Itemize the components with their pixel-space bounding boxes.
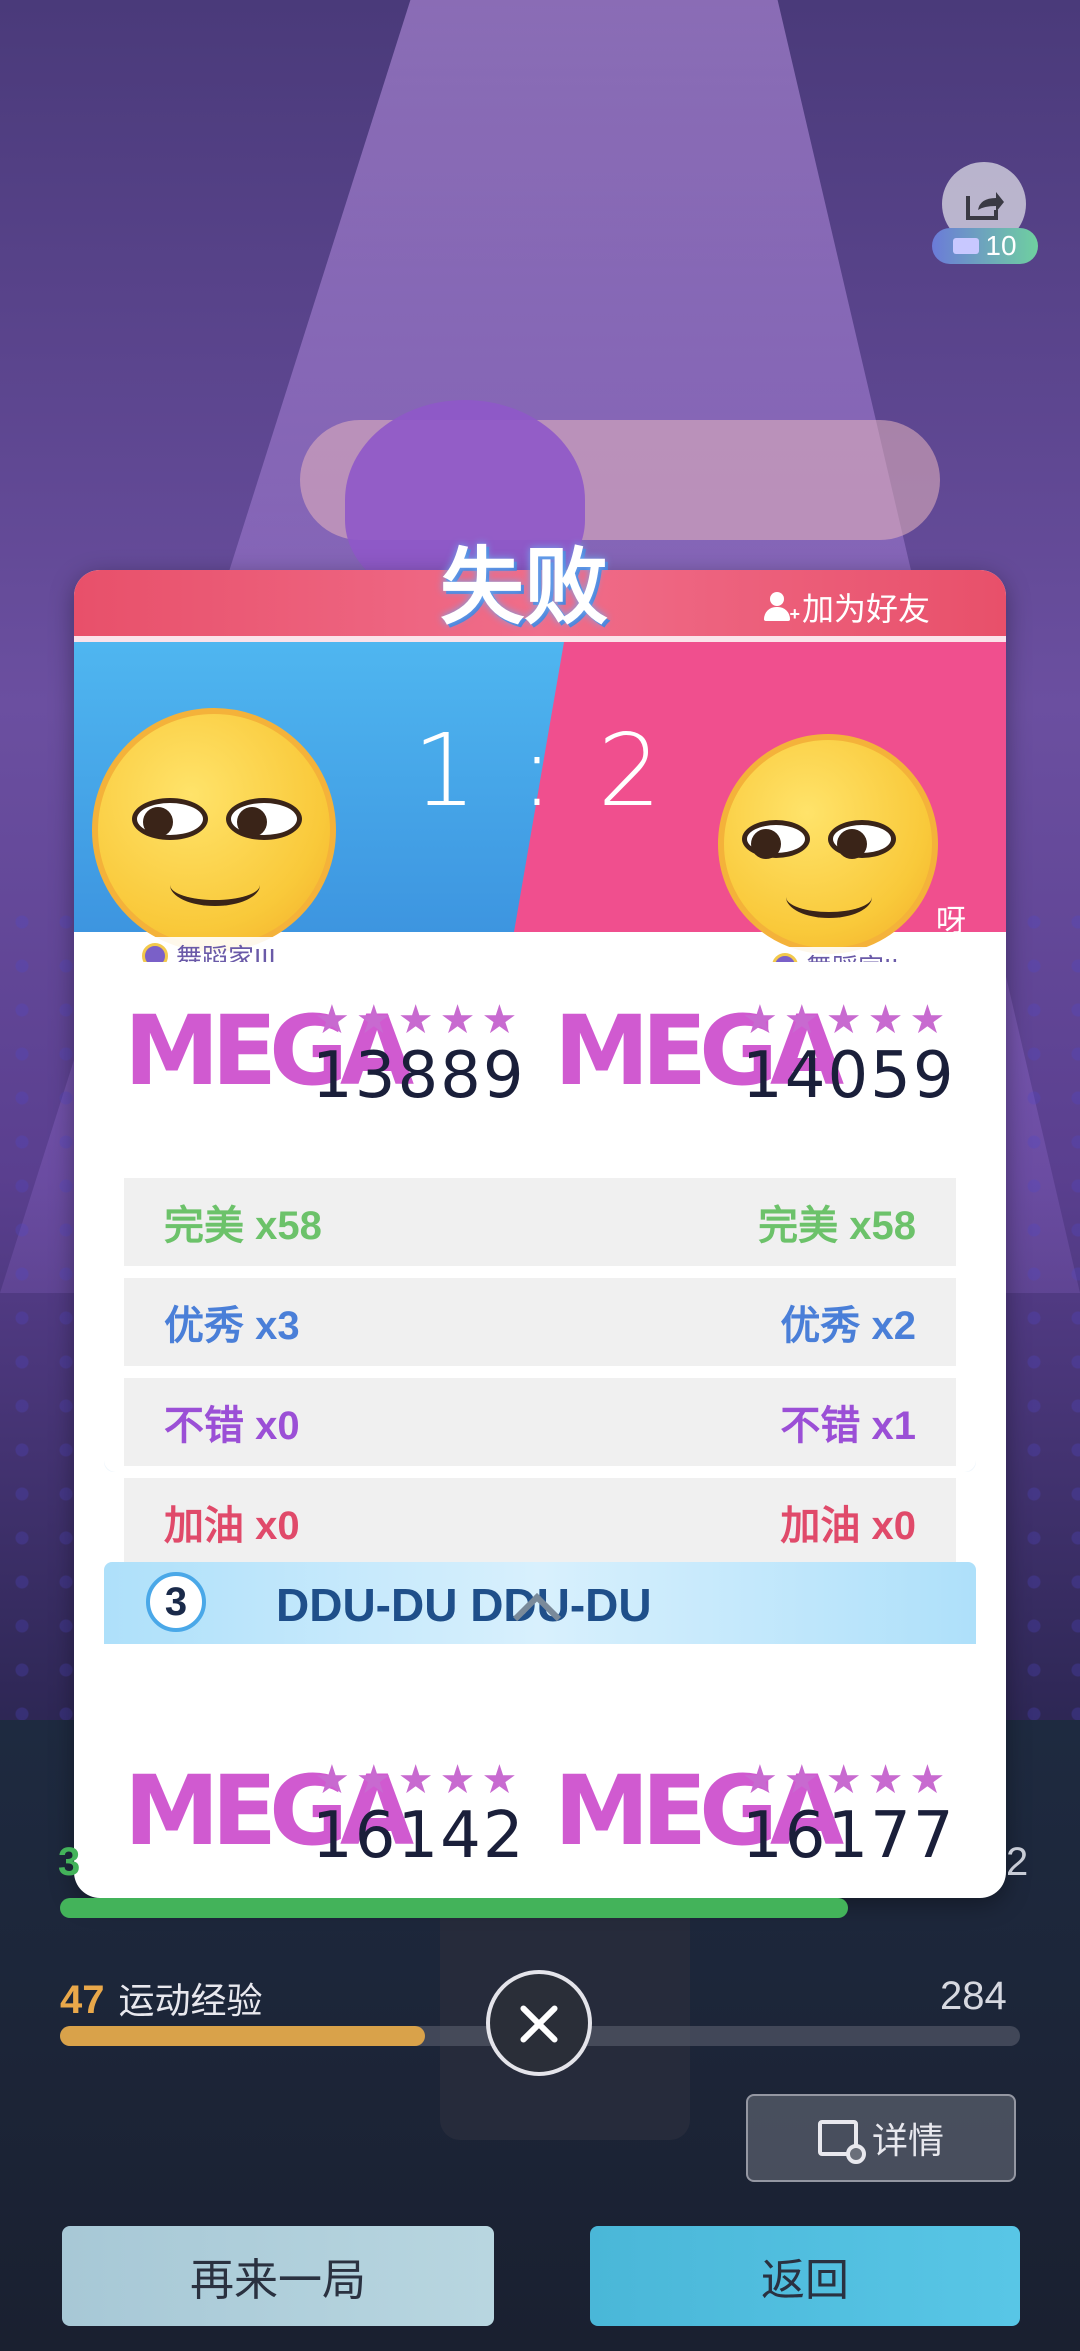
judgement-row-cheer: 加油 x0 加油 x0: [124, 1478, 956, 1566]
experience-gained: 47: [60, 1978, 105, 2022]
star-icon: ★: [867, 998, 904, 1042]
judgement-row-perfect: 完美 x58 完美 x58: [124, 1178, 956, 1266]
result-card: + 加为好友 1 : 2 舞蹈家III 呀 舞蹈家II: [74, 570, 1006, 1898]
left-grade-stars: ★ ★ ★ ★ ★: [314, 1000, 517, 1040]
versus-panel: 1 : 2 舞蹈家III 呀 舞蹈家II: [74, 642, 1006, 985]
add-person-icon: +: [764, 592, 800, 624]
left-great-count: 优秀 x3: [164, 1304, 300, 1348]
star-icon: ★: [439, 998, 476, 1042]
left-grade-logo: MEGA: [124, 995, 414, 1107]
right-grade-stars: ★ ★ ★ ★ ★: [742, 1760, 945, 1800]
add-friend-label: 加为好友: [802, 591, 931, 627]
right-grade-logo: MEGA: [554, 1755, 844, 1867]
add-friend-button[interactable]: + 加为好友: [764, 584, 930, 630]
ticket-icon: [953, 238, 980, 254]
left-player-avatar[interactable]: [92, 708, 336, 952]
star-icon: ★: [397, 1758, 434, 1802]
star-icon: ★: [742, 1758, 778, 1802]
right-grade-logo: MEGA: [554, 995, 844, 1107]
experience-label: 47 运动经验: [60, 1972, 263, 2024]
experience-bar-fill: [60, 2026, 425, 2046]
close-button[interactable]: [486, 1970, 592, 2076]
right-cheer-count: 加油 x0: [780, 1504, 916, 1548]
play-again-label: 再来一局: [190, 2256, 366, 2305]
star-icon: ★: [355, 1758, 392, 1802]
level-left: 3: [58, 1840, 81, 1884]
share-icon: [966, 192, 1004, 220]
experience-text: 运动经验: [118, 1980, 263, 2021]
result-title: 失败: [440, 540, 609, 634]
right-player-name: 呀: [936, 905, 966, 938]
details-button[interactable]: 详情: [746, 2094, 1016, 2182]
left-grade-stars: ★ ★ ★ ★ ★: [314, 1760, 517, 1800]
details-search-icon: [817, 2120, 866, 2164]
star-icon: ★: [481, 1758, 518, 1802]
star-icon: ★: [867, 1758, 904, 1802]
right-player-avatar[interactable]: [718, 734, 938, 954]
star-icon: ★: [909, 998, 946, 1042]
star-icon: ★: [314, 998, 350, 1042]
star-icon: ★: [825, 998, 862, 1042]
right-good-count: 不错 x1: [780, 1404, 916, 1448]
return-label: 返回: [761, 2256, 849, 2305]
star-icon: ★: [825, 1758, 862, 1802]
judgement-row-great: 优秀 x3 优秀 x2: [124, 1278, 956, 1366]
right-great-count: 优秀 x2: [780, 1304, 916, 1348]
share-reward-badge: 10: [932, 228, 1038, 264]
right-perfect-count: 完美 x58: [758, 1204, 916, 1248]
judgement-row-good: 不错 x0 不错 x1: [124, 1378, 956, 1466]
round-number-badge: 3: [146, 1572, 206, 1632]
left-perfect-count: 完美 x58: [164, 1204, 322, 1248]
round-grade-row: MEGA ★ ★ ★ ★ ★ 13889 MEGA ★ ★ ★ ★ ★ 14059: [104, 995, 976, 1113]
left-good-count: 不错 x0: [164, 1404, 300, 1448]
star-icon: ★: [314, 1758, 350, 1802]
right-grade-stars: ★ ★ ★ ★ ★: [742, 1000, 945, 1040]
right-score: 16177: [742, 1799, 956, 1873]
left-score: 13889: [312, 1039, 526, 1113]
star-icon: ★: [742, 998, 778, 1042]
play-again-button[interactable]: 再来一局: [62, 2226, 494, 2326]
experience-max: 284: [940, 1974, 1007, 2018]
left-cheer-count: 加油 x0: [164, 1504, 300, 1548]
right-score: 14059: [742, 1039, 956, 1113]
star-icon: ★: [355, 998, 392, 1042]
return-button[interactable]: 返回: [590, 2226, 1020, 2326]
level-right: 2: [1006, 1840, 1029, 1884]
left-score: 16142: [312, 1799, 526, 1873]
star-icon: ★: [783, 1758, 820, 1802]
star-icon: ★: [783, 998, 820, 1042]
star-icon: ★: [397, 998, 434, 1042]
details-label: 详情: [871, 2120, 944, 2161]
round3-grade-row: MEGA ★ ★ ★ ★ ★ 16142 MEGA ★ ★ ★ ★ ★ 16177: [104, 1755, 976, 1873]
star-icon: ★: [481, 998, 518, 1042]
share-reward-count: 10: [985, 230, 1017, 261]
level-progress-bar: [60, 1898, 848, 1918]
song-title: DDU-DU DDU-DU: [276, 1579, 652, 1631]
star-icon: ★: [439, 1758, 476, 1802]
star-icon: ★: [909, 1758, 946, 1802]
left-grade-logo: MEGA: [124, 1755, 414, 1867]
